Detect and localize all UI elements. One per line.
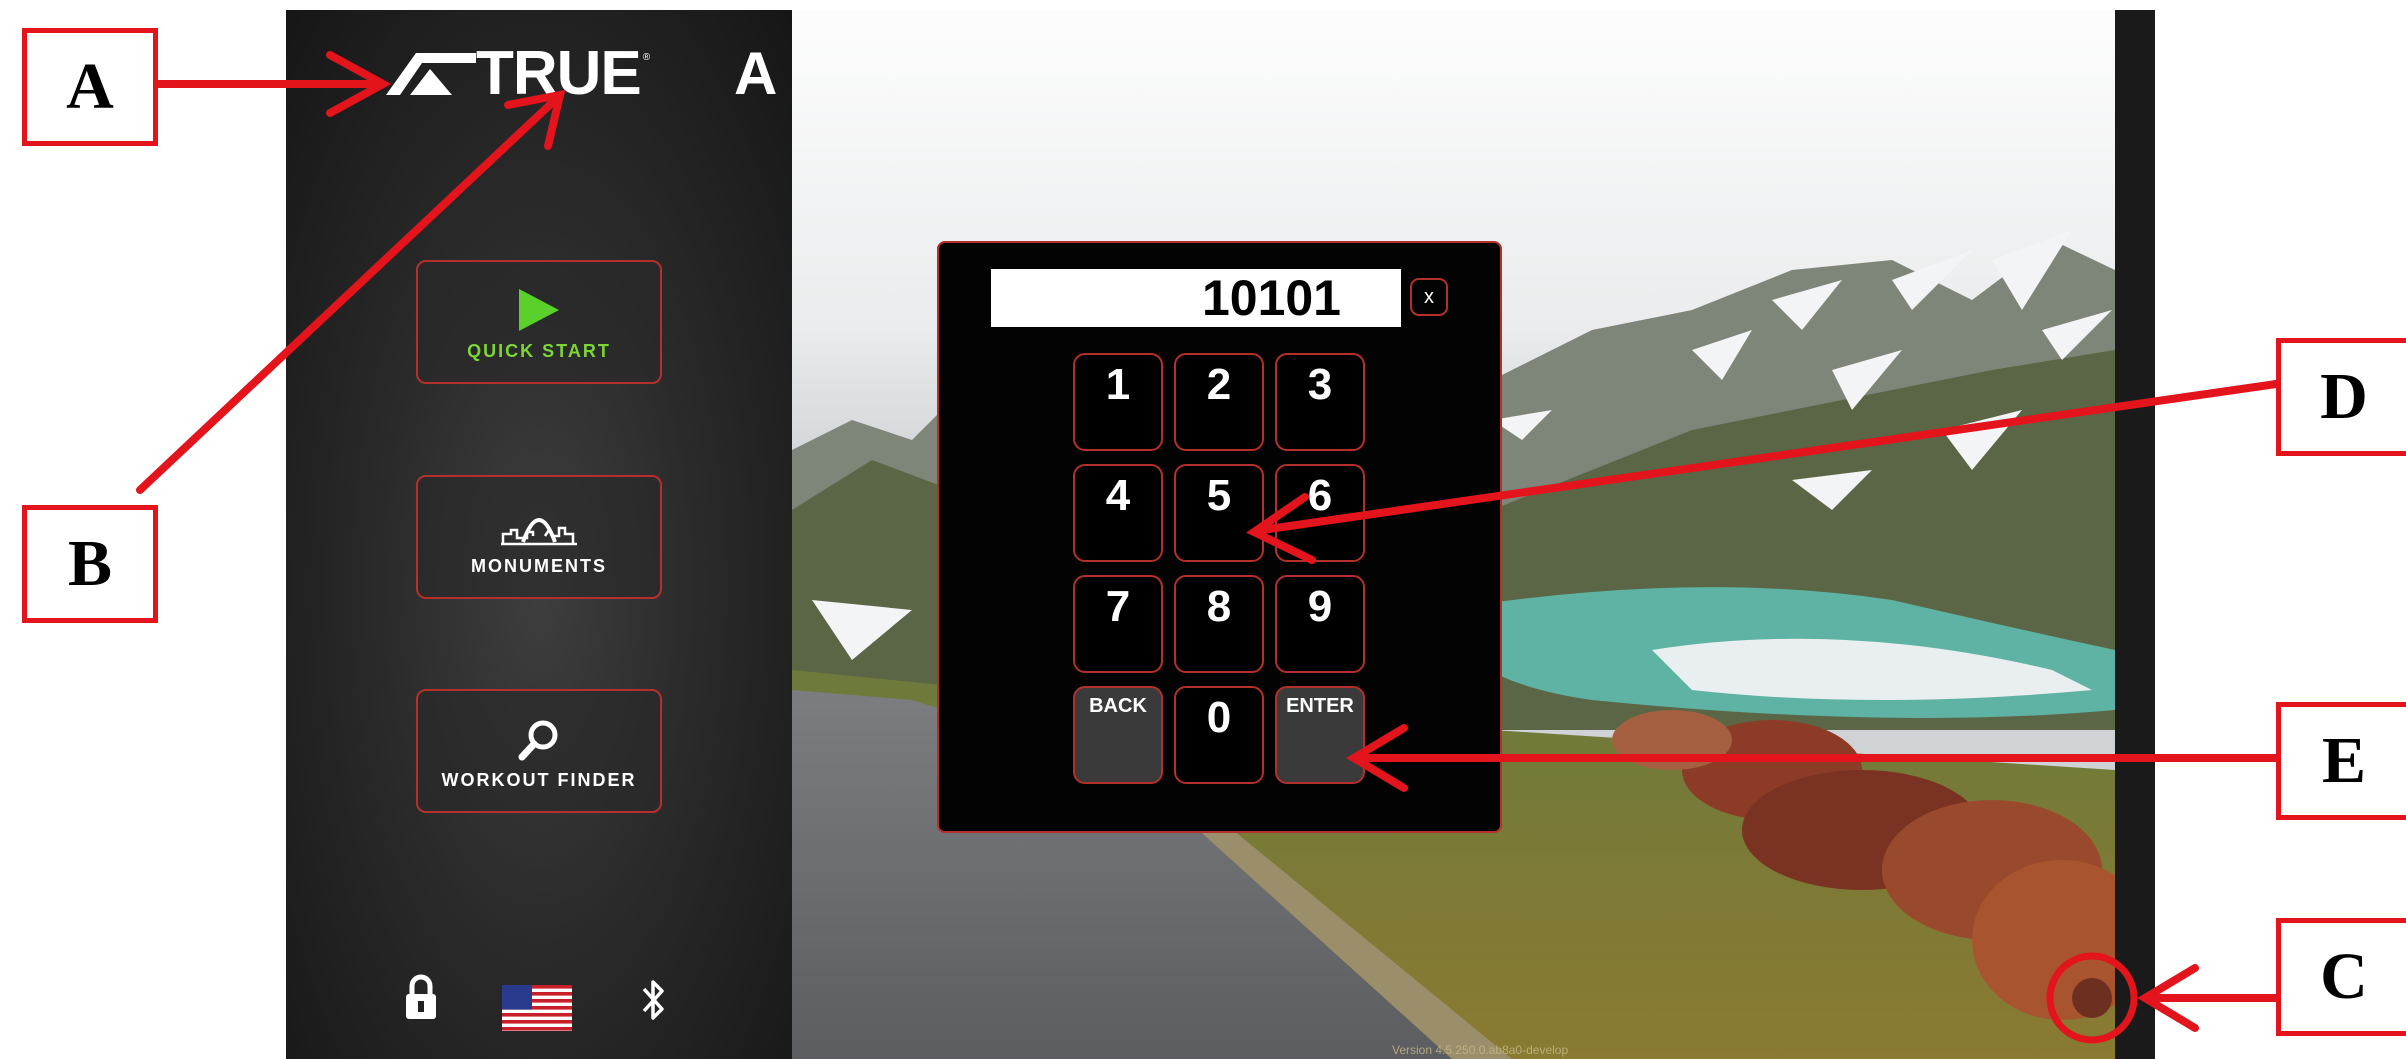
brand-trademark: ®	[642, 52, 651, 63]
key-back[interactable]: BACK	[1073, 686, 1163, 784]
key-9[interactable]: 9	[1275, 575, 1365, 673]
keypad-close-button[interactable]: x	[1410, 278, 1448, 316]
hidden-corner-button[interactable]	[2072, 978, 2112, 1018]
brand-logo: TRUE ®	[386, 39, 651, 108]
callout-b: B	[22, 505, 158, 623]
callout-a: A	[22, 28, 158, 146]
keypad-dialog: 10101 x 1 2 3 4 5 6 7 8 9 BACK 0 ENTER	[937, 241, 1502, 833]
partial-title: A	[734, 40, 778, 107]
key-7[interactable]: 7	[1073, 575, 1163, 673]
monuments-label: MONUMENTS	[471, 556, 607, 576]
callout-d: D	[2276, 338, 2406, 456]
version-text: Version 4.5.250.0.ab8a0-develop	[1392, 1043, 1569, 1057]
device-screen: TRUE ® A QUICK START MONUMENTS WORKOUT F…	[286, 10, 2155, 1059]
monuments-button[interactable]: MONUMENTS	[416, 475, 662, 599]
true-logo-mark-icon	[386, 53, 476, 95]
brand-logo-text: TRUE	[476, 39, 642, 108]
key-2[interactable]: 2	[1174, 353, 1264, 451]
lock-icon[interactable]	[404, 973, 438, 1021]
key-enter[interactable]: ENTER	[1275, 686, 1365, 784]
key-0[interactable]: 0	[1174, 686, 1264, 784]
workout-finder-label: WORKOUT FINDER	[441, 770, 637, 790]
quick-start-label: QUICK START	[467, 341, 611, 361]
sidebar: TRUE ® A QUICK START MONUMENTS WORKOUT F…	[286, 10, 792, 1059]
bluetooth-icon[interactable]	[640, 975, 668, 1025]
callout-e: E	[2276, 702, 2406, 820]
quick-start-button[interactable]: QUICK START	[416, 260, 662, 384]
us-flag-icon[interactable]	[502, 985, 572, 1031]
callout-c: C	[2276, 918, 2406, 1036]
key-6[interactable]: 6	[1275, 464, 1365, 562]
key-1[interactable]: 1	[1073, 353, 1163, 451]
workout-finder-button[interactable]: WORKOUT FINDER	[416, 689, 662, 813]
search-icon	[518, 720, 558, 761]
monument-arch-icon	[501, 518, 577, 546]
right-frame-border	[2115, 10, 2155, 1059]
bottom-toolbar	[286, 973, 792, 1033]
keypad-display: 10101	[991, 269, 1401, 327]
key-8[interactable]: 8	[1174, 575, 1264, 673]
key-3[interactable]: 3	[1275, 353, 1365, 451]
key-4[interactable]: 4	[1073, 464, 1163, 562]
key-5[interactable]: 5	[1174, 464, 1264, 562]
play-icon	[519, 289, 559, 331]
